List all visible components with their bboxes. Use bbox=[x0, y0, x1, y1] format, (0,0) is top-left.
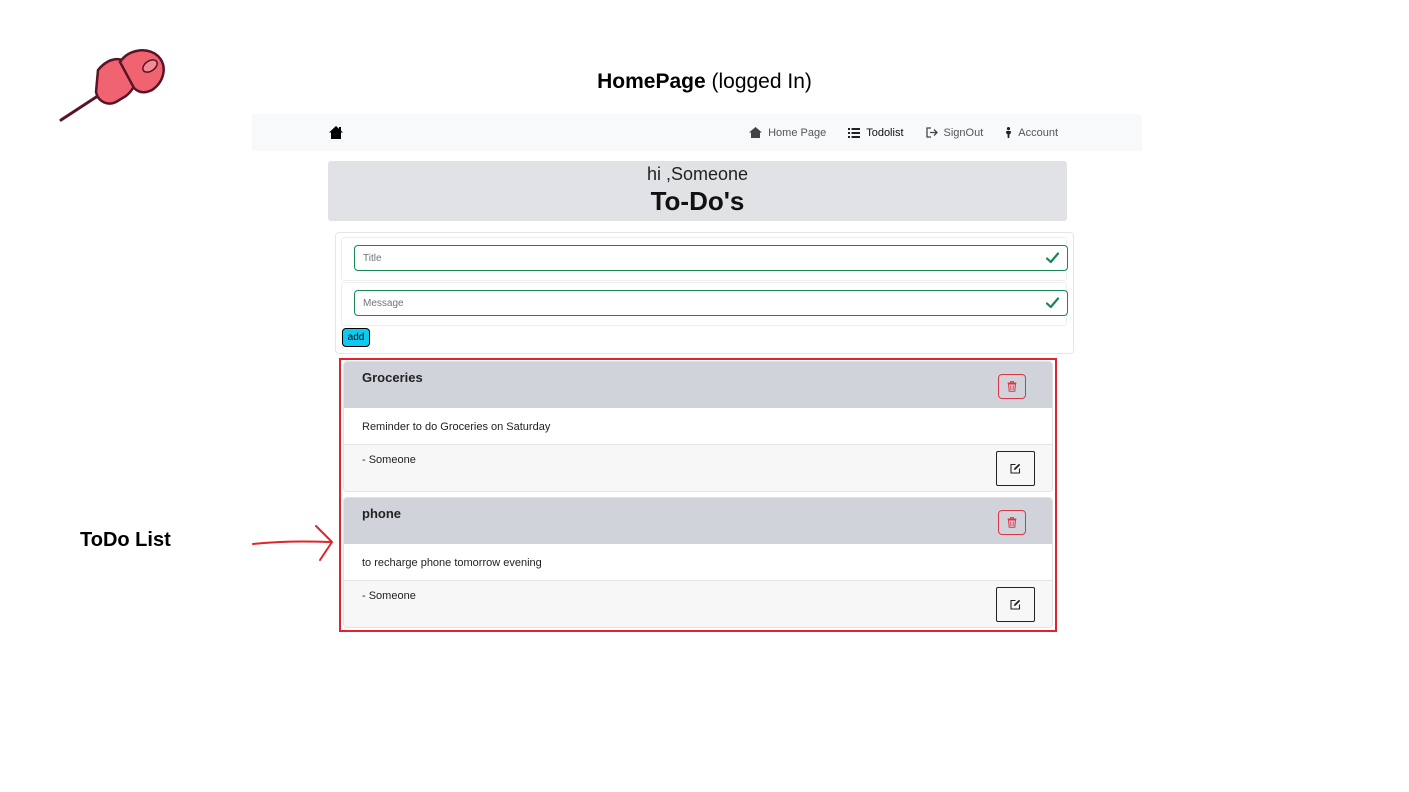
hero-banner: hi ,Someone To-Do's bbox=[328, 161, 1067, 221]
todo-author: - Someone bbox=[362, 454, 416, 466]
todo-card-body: Reminder to do Groceries on Saturday bbox=[344, 408, 1052, 445]
edit-button[interactable] bbox=[996, 587, 1035, 622]
title-field-row bbox=[341, 237, 1068, 281]
nav-link-label: Account bbox=[1018, 126, 1058, 139]
message-field-row bbox=[341, 282, 1068, 326]
todo-title: Groceries bbox=[362, 370, 423, 385]
home-icon[interactable] bbox=[328, 125, 344, 140]
todo-card-footer: - Someone bbox=[344, 445, 1052, 491]
title-input[interactable] bbox=[354, 245, 1068, 271]
edit-icon bbox=[1010, 463, 1021, 474]
todo-message: to recharge phone tomorrow evening bbox=[362, 557, 542, 569]
nav-link-label: Todolist bbox=[866, 126, 904, 139]
todo-message: Reminder to do Groceries on Saturday bbox=[362, 421, 551, 433]
trash-icon bbox=[1007, 517, 1017, 528]
todo-card-body: to recharge phone tomorrow evening bbox=[344, 544, 1052, 581]
arrow-icon bbox=[252, 525, 333, 561]
add-todo-form: add bbox=[335, 232, 1074, 354]
sign-out-icon bbox=[925, 127, 938, 138]
todo-card-footer: - Someone bbox=[344, 581, 1052, 627]
nav-link-label: SignOut bbox=[943, 126, 984, 139]
nav-links: Home Page Todolist SignOut Account bbox=[727, 114, 1058, 151]
page-title: To-Do's bbox=[650, 186, 745, 216]
check-icon bbox=[1046, 252, 1059, 264]
navbar: Home Page Todolist SignOut Account bbox=[252, 114, 1142, 151]
message-input[interactable] bbox=[354, 290, 1068, 316]
slide-title-bold: HomePage bbox=[597, 70, 706, 93]
add-button[interactable]: add bbox=[342, 328, 370, 347]
delete-button[interactable] bbox=[998, 510, 1026, 535]
trash-icon bbox=[1007, 381, 1017, 392]
nav-link-todolist[interactable]: Todolist bbox=[848, 126, 904, 139]
todo-author: - Someone bbox=[362, 590, 416, 602]
home-icon bbox=[749, 127, 763, 138]
delete-button[interactable] bbox=[998, 374, 1026, 399]
todo-card-header: phone bbox=[344, 498, 1052, 544]
todo-list-label: ToDo List bbox=[80, 529, 171, 551]
todo-list-highlight: Groceries Reminder to do Groceries on Sa… bbox=[339, 358, 1057, 632]
todo-title: phone bbox=[362, 506, 401, 521]
nav-link-signout[interactable]: SignOut bbox=[925, 126, 984, 139]
nav-link-label: Home Page bbox=[768, 126, 827, 139]
slide-title-rest: (logged In) bbox=[705, 70, 812, 93]
nav-link-home-page[interactable]: Home Page bbox=[749, 127, 826, 139]
nav-link-account[interactable]: Account bbox=[1005, 127, 1058, 139]
check-icon bbox=[1046, 297, 1059, 309]
todo-card-header: Groceries bbox=[344, 362, 1052, 408]
slide-title: HomePage (logged In) bbox=[0, 70, 1409, 94]
todo-card: phone to recharge phone tomorrow evening… bbox=[343, 497, 1053, 628]
todo-card: Groceries Reminder to do Groceries on Sa… bbox=[343, 361, 1053, 492]
greeting-text: hi ,Someone bbox=[646, 164, 749, 184]
list-icon bbox=[848, 127, 861, 138]
person-icon bbox=[1006, 127, 1012, 138]
edit-icon bbox=[1010, 599, 1021, 610]
edit-button[interactable] bbox=[996, 451, 1035, 486]
